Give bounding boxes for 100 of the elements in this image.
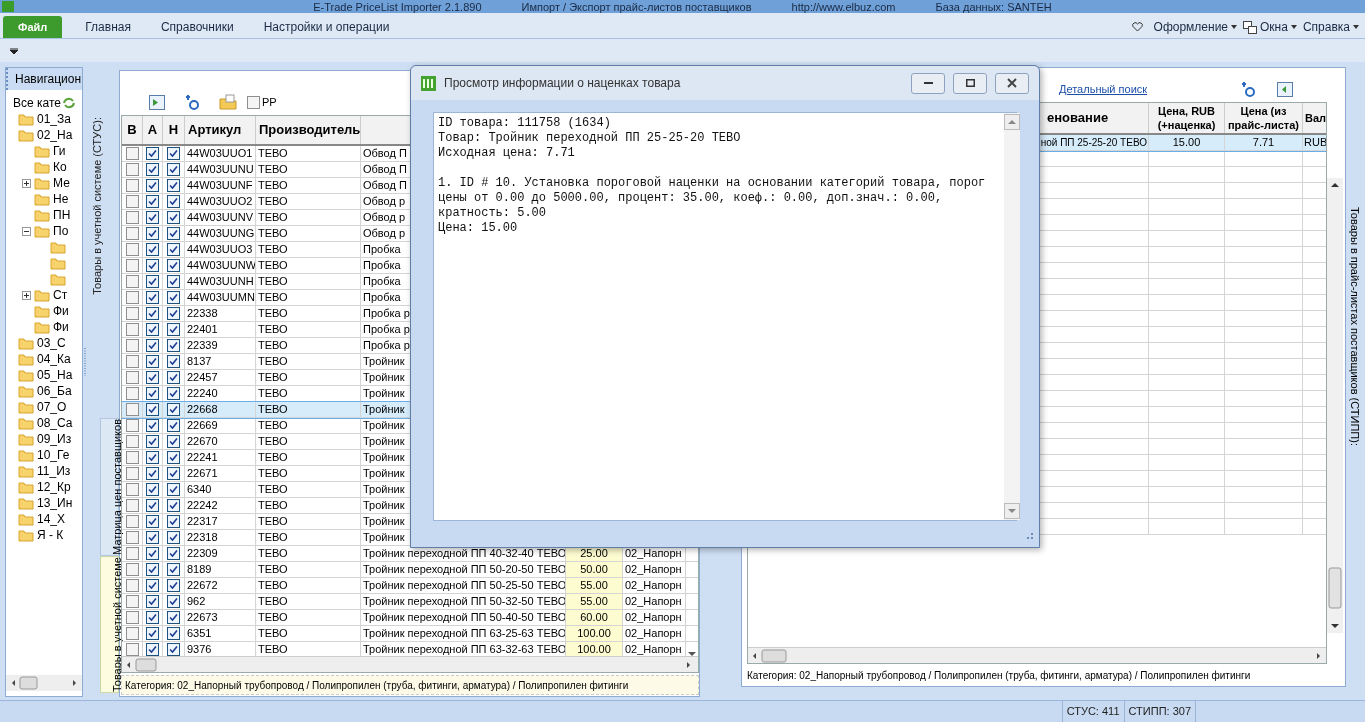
checkbox[interactable] bbox=[167, 387, 180, 400]
checkbox[interactable] bbox=[167, 467, 180, 480]
checkbox[interactable] bbox=[146, 147, 159, 160]
checkbox[interactable] bbox=[125, 291, 139, 304]
menu-button[interactable]: Окна bbox=[1240, 16, 1300, 38]
checkbox[interactable] bbox=[146, 195, 159, 208]
export-icon[interactable] bbox=[149, 94, 165, 110]
checkbox[interactable] bbox=[125, 611, 139, 624]
checkbox[interactable] bbox=[167, 403, 180, 416]
tree-item[interactable]: 01_За bbox=[37, 110, 71, 128]
scrollbar[interactable] bbox=[122, 656, 698, 672]
checkbox[interactable] bbox=[146, 611, 159, 624]
checkbox[interactable] bbox=[146, 467, 159, 480]
tree-item[interactable]: 13_Ин bbox=[37, 494, 73, 512]
collapse-icon[interactable] bbox=[22, 226, 31, 236]
import-icon[interactable] bbox=[1277, 81, 1294, 97]
checkbox[interactable] bbox=[125, 243, 139, 256]
checkbox[interactable] bbox=[125, 163, 139, 176]
checkbox[interactable] bbox=[167, 243, 180, 256]
checkbox[interactable] bbox=[125, 211, 139, 224]
checkbox[interactable] bbox=[125, 307, 139, 320]
dropdown-icon[interactable] bbox=[10, 47, 18, 54]
maximize-button[interactable] bbox=[953, 72, 987, 94]
checkbox[interactable] bbox=[167, 579, 180, 592]
checkbox[interactable] bbox=[146, 211, 159, 224]
checkbox[interactable] bbox=[167, 259, 180, 272]
checkbox[interactable] bbox=[167, 531, 180, 544]
checkbox[interactable] bbox=[167, 147, 180, 160]
checkbox[interactable] bbox=[167, 435, 180, 448]
checkbox[interactable] bbox=[167, 627, 180, 640]
checkbox[interactable] bbox=[125, 323, 139, 336]
scroll-up-icon[interactable] bbox=[1003, 114, 1020, 130]
minimize-button[interactable] bbox=[911, 72, 945, 94]
checkbox[interactable] bbox=[125, 275, 139, 288]
checkbox[interactable] bbox=[146, 483, 159, 496]
tree-item[interactable]: Все кате bbox=[13, 94, 61, 112]
checkbox[interactable] bbox=[146, 307, 159, 320]
expand-icon[interactable] bbox=[22, 178, 31, 188]
checkbox[interactable] bbox=[125, 403, 139, 416]
checkbox[interactable] bbox=[146, 579, 159, 592]
checkbox[interactable] bbox=[125, 339, 139, 352]
checkbox[interactable] bbox=[146, 339, 159, 352]
checkbox[interactable] bbox=[146, 419, 159, 432]
column-header[interactable]: Вал bbox=[1304, 111, 1326, 125]
checkbox[interactable] bbox=[125, 259, 139, 272]
checkbox[interactable] bbox=[146, 243, 159, 256]
checkbox[interactable] bbox=[125, 419, 139, 432]
checkbox[interactable] bbox=[146, 275, 159, 288]
checkbox[interactable] bbox=[125, 595, 139, 608]
tree-item[interactable]: 07_О bbox=[37, 398, 67, 416]
column-header[interactable]: Артикул bbox=[188, 120, 242, 140]
tree-item[interactable]: ПН bbox=[53, 206, 71, 224]
checkbox[interactable] bbox=[167, 211, 180, 224]
ribbon-tab[interactable]: Главная bbox=[70, 16, 146, 38]
checkbox[interactable] bbox=[146, 371, 159, 384]
checkbox[interactable] bbox=[146, 451, 159, 464]
checkbox[interactable] bbox=[167, 307, 180, 320]
tree-item[interactable]: Ст bbox=[53, 286, 68, 304]
tree-item[interactable]: Ги bbox=[53, 142, 66, 160]
checkbox[interactable] bbox=[125, 627, 139, 640]
scrollbar[interactable] bbox=[6, 675, 82, 691]
checkbox[interactable] bbox=[167, 643, 180, 656]
tree-item[interactable]: 08_Са bbox=[37, 414, 73, 432]
checkbox[interactable] bbox=[167, 339, 180, 352]
splitter-grip[interactable] bbox=[83, 348, 87, 376]
column-header[interactable]: В bbox=[127, 120, 137, 140]
tree-item[interactable]: 04_Ка bbox=[37, 350, 71, 368]
checkbox[interactable] bbox=[146, 499, 159, 512]
checkbox[interactable] bbox=[146, 643, 159, 656]
ribbon-tab[interactable]: Справочники bbox=[145, 16, 249, 38]
checkbox[interactable] bbox=[146, 531, 159, 544]
close-button[interactable] bbox=[995, 72, 1029, 94]
ribbon-tab[interactable]: Настройки и операции bbox=[248, 16, 405, 38]
checkbox[interactable] bbox=[125, 515, 139, 528]
checkbox[interactable] bbox=[125, 547, 139, 560]
checkbox[interactable] bbox=[146, 595, 159, 608]
checkbox[interactable] bbox=[167, 355, 180, 368]
checkbox[interactable] bbox=[146, 323, 159, 336]
checkbox[interactable] bbox=[167, 547, 180, 560]
checkbox[interactable] bbox=[247, 95, 260, 109]
checkbox[interactable] bbox=[146, 387, 159, 400]
resize-grip[interactable] bbox=[1025, 531, 1033, 539]
checkbox[interactable] bbox=[146, 547, 159, 560]
column-header[interactable]: Цена, RUB (+наценка) bbox=[1149, 104, 1224, 132]
checkbox[interactable] bbox=[167, 563, 180, 576]
tree-item[interactable]: Я - К bbox=[37, 526, 64, 544]
checkbox[interactable] bbox=[167, 451, 180, 464]
checkbox[interactable] bbox=[125, 563, 139, 576]
checkbox[interactable] bbox=[167, 419, 180, 432]
checkbox[interactable] bbox=[125, 499, 139, 512]
column-header[interactable]: Н bbox=[168, 120, 179, 140]
tree-item[interactable]: По bbox=[53, 222, 69, 240]
tree-item[interactable]: 10_Ге bbox=[37, 446, 70, 464]
tree-item[interactable]: Ко bbox=[53, 158, 67, 176]
column-header[interactable]: А bbox=[147, 120, 158, 140]
checkbox[interactable] bbox=[125, 387, 139, 400]
checkbox[interactable] bbox=[146, 563, 159, 576]
checkbox[interactable] bbox=[167, 275, 180, 288]
tree-item[interactable]: Фи bbox=[53, 318, 69, 336]
tree-item[interactable]: 02_На bbox=[37, 126, 73, 144]
